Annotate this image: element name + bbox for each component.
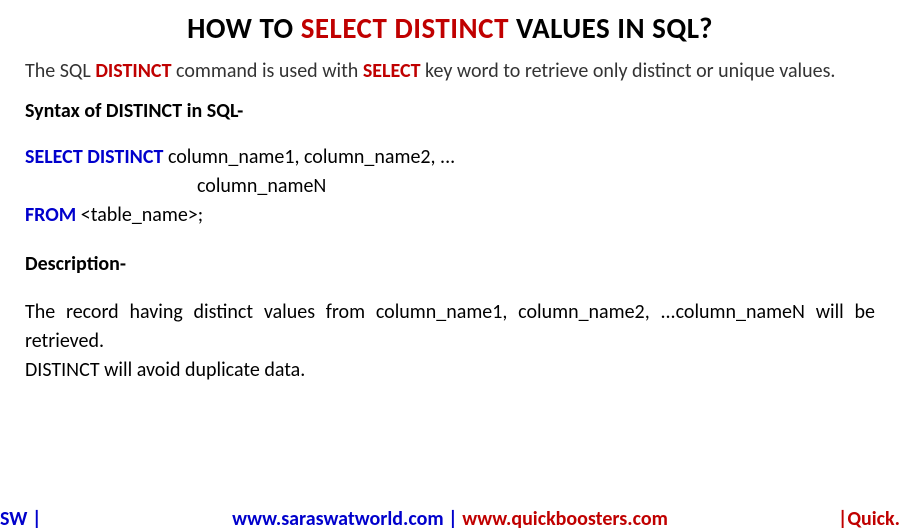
syntax-line3: FROM <table_name>; — [25, 201, 875, 230]
intro-p1: The SQL — [25, 59, 95, 83]
syntax-table: <table_name>; — [76, 203, 203, 227]
syntax-block: SELECT DISTINCT column_name1, column_nam… — [25, 143, 875, 230]
footer-url-2: www.quickboosters.com — [462, 507, 668, 531]
footer-center: www.saraswatworld.com | www.quickbooster… — [0, 507, 900, 531]
syntax-cols2: column_nameN — [197, 172, 326, 201]
intro-select: SELECT — [363, 59, 421, 83]
page-title: HOW TO SELECT DISTINCT VALUES IN SQL? — [25, 10, 875, 46]
description-body: The record having distinct values from c… — [25, 298, 875, 385]
description-line1: The record having distinct values from c… — [25, 298, 875, 356]
description-line2: DISTINCT will avoid duplicate data. — [25, 356, 875, 385]
description-heading: Description- — [25, 252, 875, 276]
syntax-line1: SELECT DISTINCT column_name1, column_nam… — [25, 143, 875, 172]
title-highlight: SELECT DISTINCT — [301, 10, 509, 46]
syntax-heading: Syntax of DISTINCT in SQL- — [25, 99, 875, 123]
footer-url-1: www.saraswatworld.com | — [232, 507, 462, 531]
intro-p5: key word to retrieve only distinct or un… — [421, 59, 836, 83]
title-part3: VALUES IN SQL? — [509, 10, 713, 46]
intro-paragraph: The SQL DISTINCT command is used with SE… — [25, 58, 875, 85]
syntax-line2: column_nameN — [25, 172, 875, 201]
intro-p3: command is used with — [172, 59, 363, 83]
title-part1: HOW TO — [187, 10, 301, 46]
keyword-from: FROM — [25, 203, 76, 227]
keyword-select-distinct: SELECT DISTINCT — [25, 145, 163, 169]
footer-right: |Quick. — [838, 507, 900, 531]
syntax-cols1: column_name1, column_name2, ... — [163, 145, 455, 169]
intro-distinct: DISTINCT — [95, 59, 171, 83]
